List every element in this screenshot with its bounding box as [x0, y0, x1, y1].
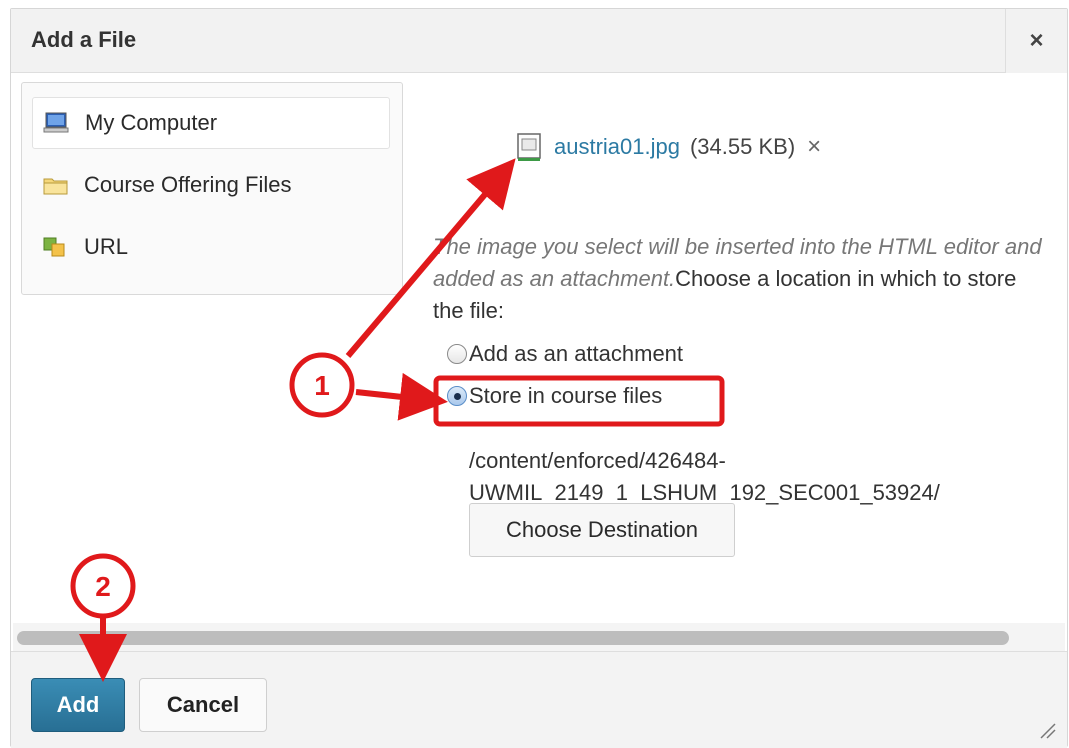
dialog-titlebar: Add a File ×	[11, 9, 1067, 73]
computer-icon	[43, 111, 71, 135]
option-add-as-attachment[interactable]: Add as an attachment	[447, 337, 683, 371]
remove-file-icon[interactable]: ×	[807, 133, 821, 161]
horizontal-scrollbar[interactable]	[13, 623, 1065, 651]
source-label: Course Offering Files	[84, 172, 292, 197]
folder-icon	[42, 173, 70, 197]
add-button[interactable]: Add	[31, 678, 125, 732]
source-item-course-offering-files[interactable]: Course Offering Files	[32, 159, 390, 211]
close-button[interactable]: ×	[1005, 9, 1067, 73]
scrollbar-thumb[interactable]	[17, 631, 1009, 645]
attachment-radio[interactable]	[447, 344, 467, 364]
file-size: (34.55 KB)	[689, 134, 796, 159]
option-store-in-course-files[interactable]: Store in course files	[447, 379, 662, 413]
file-name-link[interactable]: austria01.jpg	[554, 134, 680, 160]
storage-info-text: The image you select will be inserted in…	[433, 231, 1053, 327]
dialog-title: Add a File	[31, 27, 137, 52]
source-item-url[interactable]: URL	[32, 221, 390, 273]
choose-destination-button[interactable]: Choose Destination	[469, 503, 735, 557]
file-source-list: My Computer Course Offering Files URL	[21, 82, 403, 295]
cancel-button[interactable]: Cancel	[139, 678, 267, 732]
path-line-1: /content/enforced/426484-	[469, 448, 726, 473]
option-label: Add as an attachment	[469, 341, 684, 366]
image-file-icon	[516, 132, 542, 162]
option-label: Store in course files	[469, 383, 663, 408]
source-label: URL	[84, 234, 129, 259]
url-icon	[42, 235, 70, 259]
destination-path: /content/enforced/426484- UWMIL_2149_1_L…	[469, 445, 940, 509]
dialog-footer: Add Cancel	[11, 651, 1067, 748]
source-item-my-computer[interactable]: My Computer	[32, 97, 390, 149]
source-label: My Computer	[85, 110, 218, 135]
selected-file: austria01.jpg (34.55 KB) ×	[516, 127, 821, 167]
add-file-dialog: Add a File × My Computer Course Offering…	[10, 8, 1068, 748]
resize-grip-icon[interactable]	[1035, 718, 1057, 740]
course-files-radio[interactable]	[447, 386, 467, 406]
close-icon: ×	[1029, 27, 1044, 54]
